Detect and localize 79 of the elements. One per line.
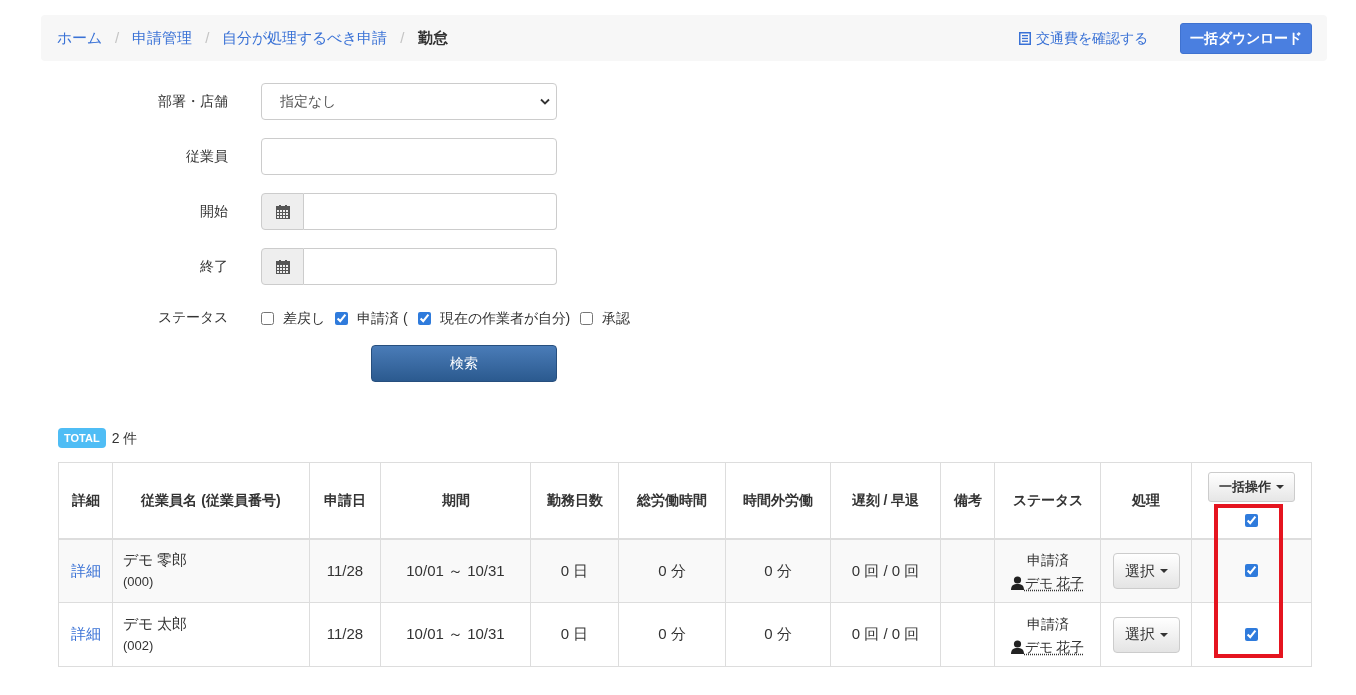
employee-number: (002) <box>123 636 155 655</box>
bulk-action-button[interactable]: 一括操作 <box>1208 472 1295 502</box>
column-header: 詳細 <box>58 462 113 539</box>
breadcrumb-link[interactable]: ホーム <box>57 26 102 50</box>
caret-icon <box>1159 568 1168 573</box>
table-cell: 0 回 / 0 回 <box>830 538 941 603</box>
person-icon <box>1010 575 1024 590</box>
column-header: ステータス <box>994 462 1101 539</box>
checkbox-label: 差戻し <box>283 308 325 328</box>
assignee-name: デモ 花子 <box>1024 637 1085 656</box>
table-cell: 11/28 <box>309 538 381 603</box>
date-input[interactable] <box>304 193 557 230</box>
column-header: 遅刻 / 早退 <box>830 462 941 539</box>
checkbox[interactable] <box>335 311 348 325</box>
breadcrumb-link[interactable]: 自分が処理するべき申請 <box>222 26 388 50</box>
calendar-icon <box>275 204 290 219</box>
table-cell: 0 日 <box>530 538 619 603</box>
breadcrumb-separator: / <box>399 27 406 48</box>
transport-cost-link[interactable]: 交通費を確認する <box>1019 27 1148 49</box>
table-cell: 11/28 <box>309 602 381 667</box>
checkbox-label: 現在の作業者が自分) <box>439 308 571 328</box>
table-cell: 0 分 <box>725 538 831 603</box>
table-cell: 0 日 <box>530 602 619 667</box>
select-all-checkbox[interactable] <box>1245 514 1258 527</box>
checkbox[interactable] <box>580 311 594 325</box>
table-cell: 10/01 ～ 10/31 <box>380 538 531 603</box>
person-icon <box>1010 639 1024 654</box>
table-cell: 0 分 <box>725 602 831 667</box>
total-count: 2 件 <box>111 428 138 448</box>
breadcrumb-current: 勤怠 <box>417 27 448 48</box>
table-cell: 10/01 ～ 10/31 <box>380 602 531 667</box>
column-header: 時間外労働 <box>725 462 831 539</box>
date-input[interactable] <box>304 248 557 285</box>
breadcrumb-separator: / <box>204 27 211 48</box>
caret-icon <box>1159 632 1168 637</box>
row-checkbox[interactable] <box>1245 628 1258 641</box>
calendar-addon[interactable] <box>261 248 304 285</box>
breadcrumb-link[interactable]: 申請管理 <box>132 26 193 50</box>
assignee-name: デモ 花子 <box>1024 573 1085 592</box>
status-text: 申請済 <box>1025 614 1070 634</box>
total-badge: TOTAL <box>58 428 106 448</box>
checkbox-label: 承認 <box>602 308 631 328</box>
employee-number: (000) <box>123 572 155 591</box>
checkbox-label: 申請済 ( <box>357 308 408 328</box>
select-button[interactable]: 選択 <box>1112 616 1180 653</box>
column-header: 勤務日数 <box>530 462 619 539</box>
checkbox[interactable] <box>261 311 274 325</box>
column-header: 従業員名 (従業員番号) <box>112 462 310 539</box>
select-button[interactable]: 選択 <box>1112 552 1180 589</box>
caret-icon <box>1276 485 1284 489</box>
field-label: 従業員 <box>185 147 228 166</box>
column-header: 期間 <box>380 462 531 539</box>
detail-link[interactable]: 詳細 <box>70 561 101 579</box>
table-cell: 0 分 <box>618 602 726 667</box>
list-icon <box>1019 31 1031 45</box>
breadcrumb-separator: / <box>114 27 121 48</box>
status-text: 申請済 <box>1025 550 1070 570</box>
download-all-button[interactable]: 一括ダウンロード <box>1180 22 1312 54</box>
calendar-icon <box>275 259 290 274</box>
column-header: 備考 <box>940 462 995 539</box>
table-cell: 0 分 <box>618 538 726 603</box>
calendar-addon[interactable] <box>261 193 304 230</box>
field-label: ステータス <box>157 307 228 327</box>
field-label: 終了 <box>199 257 228 276</box>
search-button[interactable]: 検索 <box>371 345 557 382</box>
detail-link[interactable]: 詳細 <box>70 625 101 643</box>
input-field[interactable] <box>261 138 557 175</box>
field-label: 部署・店舗 <box>157 92 228 111</box>
row-checkbox[interactable] <box>1245 564 1258 578</box>
chevron-down-icon <box>540 98 550 105</box>
employee-name: デモ 太郎 <box>123 613 189 634</box>
select-field[interactable]: 指定なし <box>261 83 557 120</box>
field-label: 開始 <box>199 202 228 221</box>
checkbox[interactable] <box>417 311 431 325</box>
column-header: 処理 <box>1100 462 1192 539</box>
column-header: 申請日 <box>309 462 381 539</box>
column-header: 総労働時間 <box>618 462 726 539</box>
employee-name: デモ 零郎 <box>123 549 189 570</box>
table-cell: 0 回 / 0 回 <box>830 602 941 667</box>
